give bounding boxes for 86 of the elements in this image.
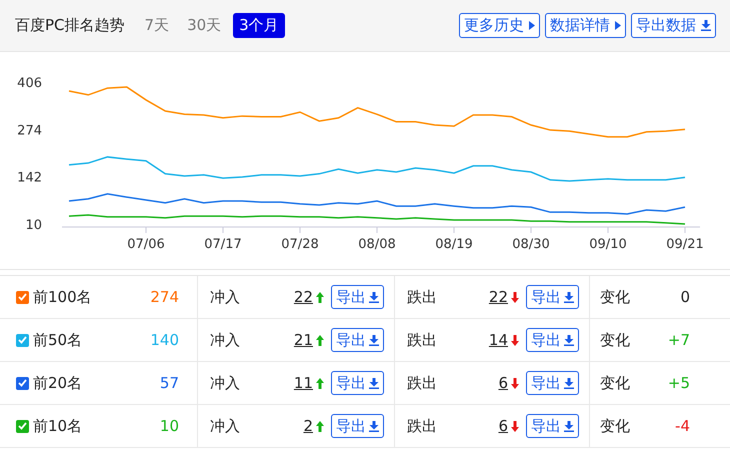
in-count[interactable]: 21: [294, 328, 313, 352]
action-button[interactable]: 数据详情: [545, 13, 626, 38]
in-label: 冲入: [210, 286, 240, 308]
in-count[interactable]: 11: [294, 372, 313, 394]
caret-icon: [529, 21, 535, 30]
range-tab[interactable]: 3个月: [233, 13, 285, 38]
x-tick-label: 07/17: [204, 237, 242, 252]
rank-label: 前20名: [33, 372, 82, 394]
change-label: 变化: [600, 372, 630, 394]
up-arrow-icon: [316, 378, 324, 388]
panel-title: 百度PC排名趋势: [15, 15, 125, 36]
up-arrow-icon: [316, 292, 324, 302]
checkbox[interactable]: [16, 290, 29, 304]
y-tick-label: 406: [17, 76, 42, 91]
checkbox[interactable]: [16, 376, 29, 390]
out-count[interactable]: 14: [488, 328, 508, 352]
download-icon: [564, 378, 574, 388]
in-label: 冲入: [210, 330, 240, 351]
check-icon: [18, 422, 27, 430]
out-label: 跌出: [407, 330, 437, 351]
y-tick-label: 274: [17, 123, 42, 138]
export-button[interactable]: 导出: [331, 285, 384, 309]
out-count[interactable]: 6: [498, 372, 508, 394]
download-icon: [564, 334, 574, 346]
down-arrow-icon: [511, 420, 519, 432]
export-button[interactable]: 导出: [526, 371, 579, 395]
down-arrow-icon: [511, 378, 519, 388]
export-button[interactable]: 导出: [331, 414, 384, 438]
download-icon: [369, 420, 379, 432]
out-label: 跌出: [407, 286, 437, 308]
x-tick-label: 09/21: [666, 237, 704, 252]
change-value: -4: [675, 416, 690, 437]
rank-count: 57: [160, 372, 179, 394]
in-count[interactable]: 2: [303, 414, 313, 438]
rank-count: 10: [160, 416, 179, 437]
export-button[interactable]: 导出: [331, 371, 384, 395]
up-arrow-icon: [316, 334, 324, 346]
y-tick-label: 142: [17, 170, 42, 186]
action-button[interactable]: 导出数据: [631, 13, 716, 38]
check-icon: [18, 379, 27, 387]
range-tab[interactable]: 7天: [138, 13, 176, 38]
check-icon: [18, 293, 27, 301]
down-arrow-icon: [511, 334, 519, 346]
x-tick-label: 07/28: [281, 237, 319, 252]
change-label: 变化: [600, 286, 630, 308]
in-count[interactable]: 22: [294, 286, 313, 308]
rank-label: 前50名: [33, 330, 82, 351]
change-value: 0: [680, 286, 690, 308]
down-arrow-icon: [511, 292, 519, 302]
rank-count: 274: [150, 286, 179, 308]
x-tick-label: 08/19: [435, 237, 473, 252]
caret-icon: [615, 21, 621, 30]
range-tab[interactable]: 30天: [181, 13, 228, 38]
up-arrow-icon: [316, 420, 324, 432]
out-count[interactable]: 22: [488, 286, 508, 308]
in-label: 冲入: [210, 416, 240, 437]
x-tick-label: 08/08: [358, 237, 396, 252]
rank-label: 前100名: [33, 286, 92, 308]
export-button[interactable]: 导出: [526, 414, 579, 438]
export-button[interactable]: 导出: [526, 285, 579, 309]
out-label: 跌出: [407, 416, 437, 437]
export-button[interactable]: 导出: [526, 328, 579, 352]
in-label: 冲入: [210, 372, 240, 394]
rank-label: 前10名: [33, 416, 82, 437]
x-tick-label: 07/06: [127, 237, 165, 252]
x-tick-label: 09/10: [589, 237, 627, 252]
checkbox[interactable]: [16, 420, 29, 432]
x-tick-label: 08/30: [512, 237, 550, 252]
change-value: +7: [668, 330, 690, 351]
download-icon: [369, 292, 379, 302]
download-icon: [564, 420, 574, 432]
change-value: +5: [668, 372, 690, 394]
y-tick-label: 10: [25, 218, 42, 233]
download-icon: [701, 20, 711, 31]
rank-count: 140: [150, 330, 179, 351]
action-button[interactable]: 更多历史: [459, 13, 540, 38]
check-icon: [18, 336, 27, 344]
change-label: 变化: [600, 330, 630, 351]
export-button[interactable]: 导出: [331, 328, 384, 352]
change-label: 变化: [600, 416, 630, 437]
out-label: 跌出: [407, 372, 437, 394]
checkbox[interactable]: [16, 334, 29, 346]
download-icon: [369, 334, 379, 346]
out-count[interactable]: 6: [498, 414, 508, 438]
download-icon: [369, 378, 379, 388]
download-icon: [564, 292, 574, 302]
